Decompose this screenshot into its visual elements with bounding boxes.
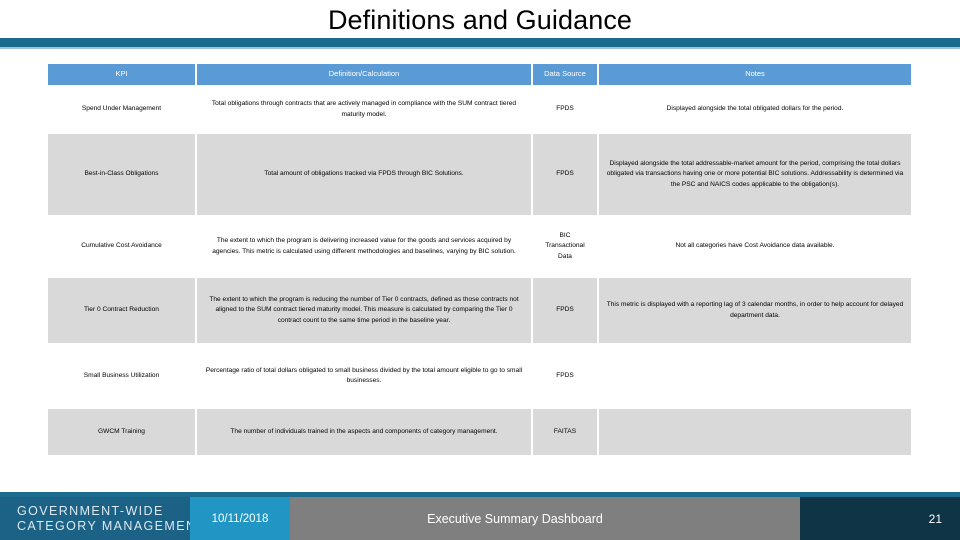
cell-definition: Total amount of obligations tracked via …: [196, 134, 533, 215]
cell-definition: The number of individuals trained in the…: [196, 409, 533, 455]
page-title: Definitions and Guidance: [327, 4, 633, 35]
cell-definition: The extent to which the program is reduc…: [196, 278, 533, 343]
cell-data-source: FPDS: [532, 278, 599, 343]
cell-kpi: Small Business Utilization: [48, 343, 197, 409]
cell-data-source: FPDS: [532, 85, 599, 134]
table-row: Best-in-Class Obligations Total amount o…: [48, 134, 911, 215]
cell-data-source: FPDS: [532, 343, 599, 409]
cell-notes: [598, 409, 911, 455]
cell-kpi: Best-in-Class Obligations: [48, 134, 197, 215]
cell-data-source: FPDS: [532, 134, 599, 215]
brand-line-primary: GOVERNMENT-WIDE: [17, 504, 164, 519]
cell-kpi: Spend Under Management: [48, 85, 197, 134]
column-header-definition: Definition/Calculation: [196, 64, 533, 85]
footer-date: 10/11/2018: [190, 497, 290, 540]
slide-footer: GOVERNMENT-WIDE CATEGORY MANAGEMENT 10/1…: [0, 497, 960, 540]
gwcm-logo: GOVERNMENT-WIDE CATEGORY MANAGEMENT: [0, 497, 206, 540]
column-header-notes: Notes: [598, 64, 911, 85]
cell-data-source: BIC Transactional Data: [532, 215, 599, 278]
cell-notes: Not all categories have Cost Avoidance d…: [675, 242, 835, 250]
table-row: GWCM Training The number of individuals …: [48, 409, 911, 455]
cell-notes: [598, 343, 911, 409]
table-row: Spend Under Management Total obligations…: [48, 85, 911, 134]
column-header-data-source: Data Source: [532, 64, 599, 85]
table-row: Tier 0 Contract Reduction The extent to …: [48, 278, 911, 343]
footer-subject: Executive Summary Dashboard: [290, 497, 800, 540]
cell-definition: Total obligations through contracts that…: [196, 85, 533, 134]
title-divider-accent: [0, 47, 960, 49]
kpi-definitions-table: KPI Definition/Calculation Data Source N…: [48, 64, 911, 455]
table-row: Cumulative Cost Avoidance The extent to …: [48, 215, 911, 278]
column-header-kpi: KPI: [48, 64, 197, 85]
footer-page-number: 21: [800, 497, 960, 540]
cell-notes: Displayed alongside the total addressabl…: [606, 160, 904, 188]
cell-kpi: Tier 0 Contract Reduction: [48, 278, 197, 343]
table-row: Small Business Utilization Percentage ra…: [48, 343, 911, 409]
brand-line-secondary: CATEGORY MANAGEMENT: [17, 518, 206, 533]
cell-definition: Percentage ratio of total dollars obliga…: [196, 343, 533, 409]
title-divider-rule: [0, 38, 960, 47]
cell-kpi: GWCM Training: [48, 409, 197, 455]
cell-notes: Displayed alongside the total obligated …: [666, 105, 844, 113]
cell-definition: The extent to which the program is deliv…: [196, 215, 533, 278]
table-header-row: KPI Definition/Calculation Data Source N…: [48, 64, 911, 85]
cell-data-source: FAITAS: [532, 409, 599, 455]
cell-notes: This metric is displayed with a reportin…: [606, 301, 904, 319]
cell-kpi: Cumulative Cost Avoidance: [48, 215, 197, 278]
